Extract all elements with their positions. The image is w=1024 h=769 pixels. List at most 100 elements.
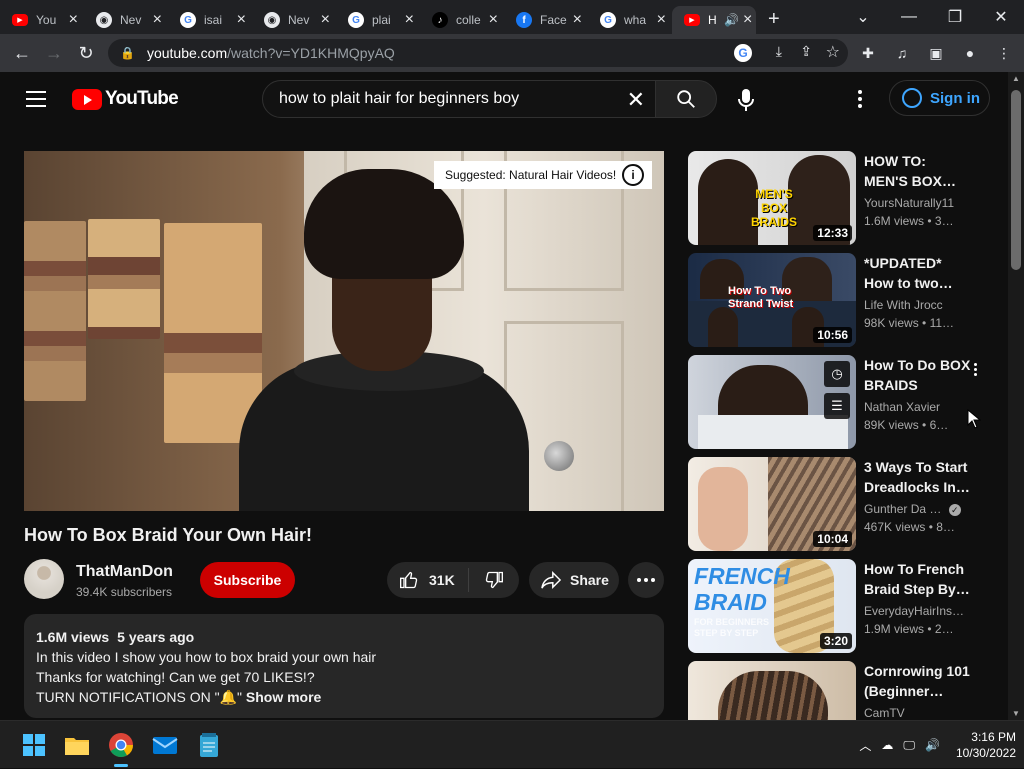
recommendation-item[interactable]: MEN'S BOX BRAIDS 12:33 HOW TO: MEN'S BOX……	[688, 151, 998, 245]
video-thumbnail[interactable]	[688, 661, 856, 720]
network-icon[interactable]: 🖵	[903, 738, 915, 753]
profile-icon[interactable]: ●	[956, 39, 984, 67]
video-thumbnail[interactable]: ◷ ☰	[688, 355, 856, 449]
extensions-icon[interactable]: ✚	[854, 39, 882, 67]
scroll-down-icon[interactable]: ▼	[1012, 709, 1020, 718]
rec-channel[interactable]: EverydayHairIns…	[864, 604, 964, 618]
chrome-icon[interactable]	[107, 731, 135, 767]
recommendation-item[interactable]: Cornrowing 101 (Beginner… CamTV	[688, 661, 998, 720]
rec-title[interactable]: How To Do BOX BRAIDS	[864, 355, 974, 395]
thumbs-down-icon	[485, 571, 503, 589]
search-button[interactable]	[655, 80, 717, 118]
audio-playing-icon[interactable]: 🔊	[724, 13, 739, 27]
rec-channel[interactable]: Nathan Xavier	[864, 400, 940, 414]
video-thumbnail[interactable]: How To Two Strand Twist 10:56	[688, 253, 856, 347]
browser-tab[interactable]: ◉ Nev ×	[252, 6, 336, 34]
video-player[interactable]: Suggested: Natural Hair Videos! i	[24, 151, 664, 511]
file-explorer-icon[interactable]	[63, 731, 91, 759]
subscribe-button[interactable]: Subscribe	[200, 562, 295, 598]
settings-menu-icon[interactable]	[850, 86, 870, 112]
info-icon[interactable]: i	[622, 164, 644, 186]
scrollbar-thumb[interactable]	[1011, 90, 1021, 270]
add-to-queue-icon[interactable]: ☰	[824, 393, 850, 419]
mail-icon[interactable]	[151, 731, 179, 759]
address-bar[interactable]: 🔒 youtube.com/watch?v=YD1KHMQpyAQ G ⤓ ⇪ …	[108, 39, 848, 67]
install-app-icon[interactable]: ⤓	[776, 43, 782, 60]
rec-title[interactable]: *UPDATED* How to two…	[864, 253, 974, 293]
close-tab-icon[interactable]: ×	[489, 11, 498, 29]
minimize-icon[interactable]: —	[886, 8, 932, 26]
volume-icon[interactable]: 🔊	[925, 738, 940, 752]
recommendation-item[interactable]: ◷ ☰ How To Do BOX BRAIDS Nathan Xavier 89…	[688, 355, 998, 449]
sign-in-button[interactable]: Sign in	[889, 80, 990, 116]
rec-title[interactable]: HOW TO: MEN'S BOX…	[864, 151, 974, 191]
onedrive-icon[interactable]: ☁	[881, 738, 893, 752]
scroll-up-icon[interactable]: ▲	[1012, 74, 1020, 83]
chrome-menu-icon[interactable]: ⋮	[990, 39, 1018, 67]
start-icon[interactable]	[20, 731, 48, 759]
rec-menu-icon[interactable]	[974, 363, 977, 376]
channel-avatar[interactable]	[24, 559, 64, 599]
clear-search-icon[interactable]: ✕	[627, 87, 645, 113]
more-actions-button[interactable]	[628, 562, 664, 598]
video-thumbnail[interactable]: FRENCH BRAID FOR BEGINNERS STEP BY STEP …	[688, 559, 856, 653]
tab-search-chevron-icon[interactable]: ⌄	[840, 7, 886, 27]
close-tab-icon[interactable]: ×	[405, 11, 414, 29]
side-panel-icon[interactable]: ▣	[922, 39, 950, 67]
reload-icon[interactable]: ↻	[70, 37, 102, 69]
rec-title[interactable]: How To French Braid Step By…	[864, 559, 974, 599]
suggestion-card[interactable]: Suggested: Natural Hair Videos! i	[434, 161, 652, 189]
watch-later-icon[interactable]: ◷	[824, 361, 850, 387]
show-hidden-icons-icon[interactable]: ︿	[859, 737, 871, 754]
back-icon[interactable]: ←	[6, 37, 38, 69]
search-input[interactable]: how to plait hair for beginners boy ✕	[262, 80, 656, 118]
close-tab-icon[interactable]: ×	[69, 11, 78, 29]
new-tab-icon[interactable]: +	[768, 8, 780, 31]
close-window-icon[interactable]: ✕	[978, 7, 1024, 27]
clock[interactable]: 3:16 PM 10/30/2022	[956, 729, 1016, 761]
forward-icon[interactable]: →	[38, 37, 70, 69]
rec-channel[interactable]: Gunther Da … ✓	[864, 502, 961, 516]
description-box[interactable]: 1.6M views 5 years ago In this video I sh…	[24, 614, 664, 718]
restore-icon[interactable]: ❐	[932, 7, 978, 27]
browser-tab-active[interactable]: ▶ H 🔊 ×	[672, 6, 756, 34]
recommendation-item[interactable]: 10:04 3 Ways To Start Dreadlocks In… Gunt…	[688, 457, 998, 551]
browser-tab[interactable]: ▶ You ×	[0, 6, 84, 34]
video-thumbnail[interactable]: MEN'S BOX BRAIDS 12:33	[688, 151, 856, 245]
browser-tab[interactable]: G wha ×	[588, 6, 672, 34]
rec-title[interactable]: 3 Ways To Start Dreadlocks In…	[864, 457, 974, 497]
browser-tab[interactable]: ♪ colle ×	[420, 6, 504, 34]
recommendation-item[interactable]: FRENCH BRAID FOR BEGINNERS STEP BY STEP …	[688, 559, 998, 653]
bookmark-star-icon[interactable]: ☆	[826, 42, 840, 62]
share-button[interactable]: Share	[529, 562, 619, 598]
browser-tab[interactable]: G isai ×	[168, 6, 252, 34]
google-lens-icon[interactable]: G	[734, 44, 752, 62]
show-more-link[interactable]: Show more	[246, 689, 321, 705]
youtube-logo[interactable]: YouTube	[72, 88, 179, 110]
rec-title[interactable]: Cornrowing 101 (Beginner…	[864, 661, 974, 701]
close-tab-icon[interactable]: ×	[153, 11, 162, 29]
browser-tab[interactable]: ◉ Nev ×	[84, 6, 168, 34]
video-thumbnail[interactable]: 10:04	[688, 457, 856, 551]
channel-name[interactable]: ThatManDon	[76, 563, 173, 581]
rec-channel[interactable]: Life With Jrocc	[864, 298, 943, 312]
dislike-button[interactable]	[469, 570, 519, 590]
browser-tab[interactable]: G plai ×	[336, 6, 420, 34]
menu-icon[interactable]	[26, 91, 46, 107]
close-tab-icon[interactable]: ×	[321, 11, 330, 29]
notepad-icon[interactable]	[195, 731, 223, 759]
lock-icon[interactable]: 🔒	[120, 46, 135, 60]
close-tab-icon[interactable]: ×	[743, 11, 752, 29]
rec-channel[interactable]: CamTV	[864, 706, 905, 720]
recommendation-item[interactable]: How To Two Strand Twist 10:56 *UPDATED* H…	[688, 253, 998, 347]
browser-tab[interactable]: f Face ×	[504, 6, 588, 34]
share-page-icon[interactable]: ⇪	[800, 43, 812, 60]
close-tab-icon[interactable]: ×	[573, 11, 582, 29]
page-scrollbar[interactable]: ▲ ▼	[1008, 72, 1024, 720]
voice-search-button[interactable]	[728, 82, 764, 118]
close-tab-icon[interactable]: ×	[237, 11, 246, 29]
like-button[interactable]: 31K	[387, 568, 469, 592]
close-tab-icon[interactable]: ×	[657, 11, 666, 29]
media-control-icon[interactable]: ♫	[888, 39, 916, 67]
rec-channel[interactable]: YoursNaturally11	[864, 196, 954, 210]
